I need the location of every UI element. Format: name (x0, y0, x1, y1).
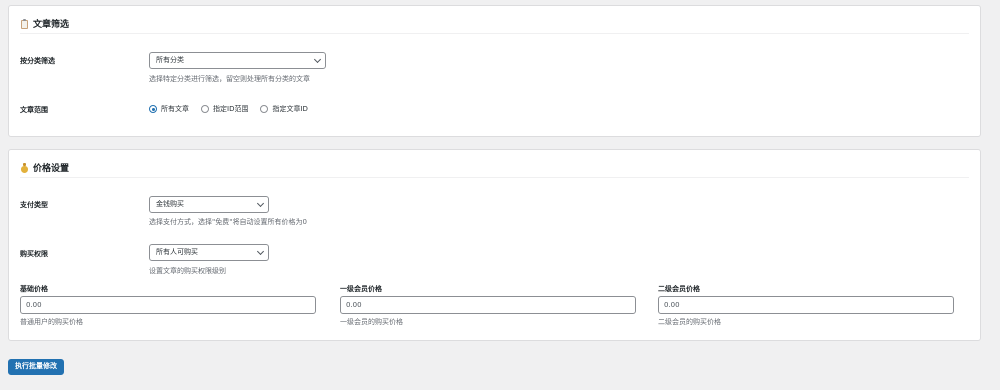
base-price-field: 基础价格 0.00 普通用户的购买价格 (20, 285, 316, 327)
purchase-permission-select[interactable]: 所有人可购买 (149, 244, 269, 261)
base-price-label: 基础价格 (20, 285, 48, 293)
divider (20, 33, 969, 34)
category-filter-label: 按分类筛选 (20, 57, 55, 65)
level1-price-input[interactable]: 0.00 (340, 296, 636, 314)
level1-price-field: 一级会员价格 0.00 一级会员的购买价格 (340, 285, 636, 327)
level1-price-label: 一级会员价格 (340, 285, 382, 293)
radio-unchecked-icon[interactable] (201, 105, 209, 113)
level2-price-hint: 二级会员的购买价格 (658, 318, 721, 326)
level1-price-hint: 一级会员的购买价格 (340, 318, 403, 326)
filter-section-title: 文章筛选 (33, 20, 70, 30)
level2-price-field: 二级会员价格 0.00 二级会员的购买价格 (658, 285, 954, 327)
range-option-label: 指定ID范围 (213, 105, 249, 113)
category-select[interactable]: 所有分类 (149, 52, 326, 69)
level2-price-input[interactable]: 0.00 (658, 296, 954, 314)
payment-type-hint: 选择支付方式，选择"免费"将自动设置所有价格为0 (149, 218, 307, 226)
category-hint: 选择特定分类进行筛选，留空则处理所有分类的文章 (149, 75, 310, 83)
price-card: 价格设置 支付类型 金钱购买 选择支付方式，选择"免费"将自动设置所有价格为0 … (8, 149, 981, 341)
purchase-permission-select-value: 所有人可购买 (156, 248, 198, 256)
radio-unchecked-icon[interactable] (260, 105, 269, 113)
chevron-down-icon (256, 247, 265, 256)
radio-checked-icon[interactable] (149, 105, 157, 113)
chevron-down-icon (313, 55, 322, 64)
filter-section-heading: 文章筛选 (20, 17, 69, 30)
range-option-all[interactable]: 所有文章 (149, 104, 189, 114)
payment-type-select[interactable]: 金钱购买 (149, 196, 269, 213)
payment-type-label: 支付类型 (20, 201, 48, 209)
filter-card: 文章筛选 按分类筛选 所有分类 选择特定分类进行筛选，留空则处理所有分类的文章 … (8, 5, 981, 137)
execute-batch-edit-button[interactable]: 执行批量修改 (8, 359, 64, 375)
clipboard-icon (20, 18, 29, 29)
divider (20, 177, 969, 178)
purchase-permission-hint: 设置文章的购买权限级别 (149, 267, 226, 275)
range-option-label: 所有文章 (161, 105, 189, 113)
range-option-id-range[interactable]: 指定ID范围 (201, 104, 248, 114)
money-bag-icon (20, 162, 29, 173)
chevron-down-icon (256, 199, 265, 208)
price-section-title: 价格设置 (33, 164, 70, 174)
category-select-value: 所有分类 (156, 56, 184, 64)
base-price-input[interactable]: 0.00 (20, 296, 316, 314)
level2-price-label: 二级会员价格 (658, 285, 700, 293)
article-range-options: 所有文章 指定ID范围 指定文章ID (149, 104, 308, 114)
base-price-hint: 普通用户的购买价格 (20, 318, 83, 326)
payment-type-select-value: 金钱购买 (156, 200, 184, 208)
price-section-heading: 价格设置 (20, 161, 69, 174)
purchase-permission-label: 购买权限 (20, 250, 48, 258)
range-option-specific-ids[interactable]: 指定文章ID (260, 104, 308, 114)
article-range-label: 文章范围 (20, 106, 48, 114)
range-option-label: 指定文章ID (272, 105, 308, 113)
